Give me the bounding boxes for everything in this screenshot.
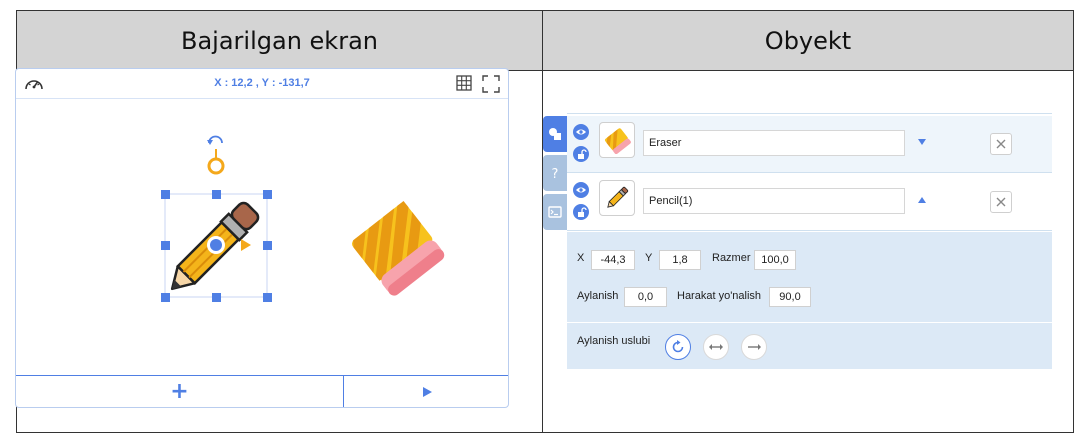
tab-help[interactable]: ? (543, 155, 567, 191)
rotation-value-input[interactable]: 0,0 (624, 287, 667, 307)
y-label: Y (645, 252, 653, 264)
object-name-input-eraser[interactable]: Eraser (643, 130, 905, 156)
help-icon: ? (552, 167, 559, 180)
header-object: Obyekt (764, 27, 852, 55)
delete-object-button-eraser[interactable] (990, 133, 1012, 155)
stage-bottom-bar: + (16, 375, 508, 407)
y-value-input[interactable]: 1,8 (659, 250, 701, 270)
close-icon (996, 139, 1006, 149)
object-name-input-pencil[interactable]: Pencil(1) (643, 188, 905, 214)
mouse-coordinates: X : 12,2 , Y : -131,7 (214, 77, 310, 89)
object-panel: ? Eraser Pencil(1) X -44,3 Y 1,8 Razmer … (540, 113, 1052, 376)
collapse-up-icon[interactable] (917, 196, 927, 204)
svg-text:?: ? (552, 167, 559, 180)
x-label: X (577, 252, 585, 264)
tab-objects[interactable] (543, 116, 567, 152)
properties-divider (567, 322, 1052, 323)
header-result-screen: Bajarilgan ekran (181, 27, 378, 55)
object-row-pencil[interactable]: Pencil(1) (567, 174, 1052, 231)
left-right-arrow-icon (709, 344, 723, 350)
rotation-style-none-button[interactable] (741, 334, 767, 360)
stage-toolbar: X : 12,2 , Y : -131,7 (16, 69, 508, 99)
stage-panel: X : 12,2 , Y : -131,7 + (15, 68, 509, 408)
object-properties: X -44,3 Y 1,8 Razmer 100,0 Aylanish 0,0 … (567, 232, 1052, 376)
fullscreen-icon[interactable] (482, 75, 500, 93)
x-value-input[interactable]: -44,3 (591, 250, 635, 270)
play-icon (422, 386, 432, 397)
stage-canvas[interactable] (16, 99, 508, 377)
grid-icon[interactable] (456, 75, 472, 91)
visibility-eye-icon[interactable] (573, 182, 589, 198)
delete-object-button-pencil[interactable] (990, 191, 1012, 213)
rotation-style-left-right-button[interactable] (703, 334, 729, 360)
rotation-label: Aylanish (577, 290, 619, 302)
object-thumbnail-eraser (599, 122, 635, 158)
size-value-input[interactable]: 100,0 (754, 250, 796, 270)
object-thumbnail-pencil (599, 180, 635, 216)
play-button[interactable] (345, 376, 508, 407)
rotation-style-label: Aylanish uslubi (577, 335, 651, 347)
eraser-sprite[interactable] (350, 201, 447, 298)
rotation-style-free-button[interactable] (665, 334, 691, 360)
visibility-eye-icon[interactable] (573, 124, 589, 140)
objects-icon (549, 128, 561, 140)
rotate-icon (672, 340, 684, 353)
direction-value-input[interactable]: 90,0 (769, 287, 811, 307)
side-tabs: ? (543, 116, 567, 233)
add-object-button[interactable]: + (16, 376, 344, 407)
expand-down-icon[interactable] (917, 138, 927, 146)
direction-label: Harakat yo'nalish (677, 290, 762, 302)
lock-open-icon[interactable] (573, 146, 589, 162)
size-label: Razmer (712, 252, 751, 264)
terminal-icon (548, 206, 562, 218)
properties-footer (567, 369, 1052, 376)
lock-open-icon[interactable] (573, 204, 589, 220)
object-list: Eraser Pencil(1) X -44,3 Y 1,8 Razmer 10… (567, 113, 1052, 376)
close-icon (996, 197, 1006, 207)
object-row-eraser[interactable]: Eraser (567, 116, 1052, 173)
right-arrow-icon (748, 344, 761, 350)
tab-terminal[interactable] (543, 194, 567, 230)
rotation-handle[interactable] (207, 135, 225, 175)
